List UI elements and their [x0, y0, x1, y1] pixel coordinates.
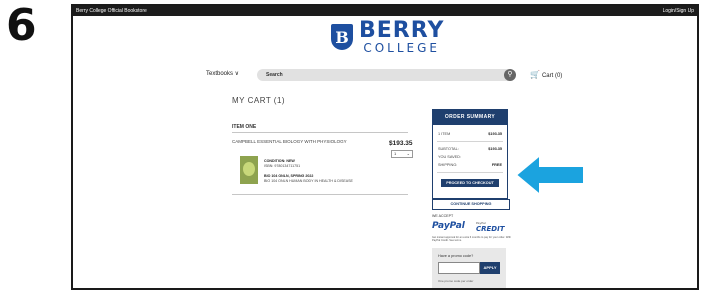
- logo-berry-text: BERRY: [359, 18, 445, 43]
- items-value: $193.35: [488, 132, 502, 136]
- login-link[interactable]: Login/Sign Up: [663, 8, 694, 14]
- search-input[interactable]: Search: [257, 69, 514, 81]
- divider: [437, 172, 503, 173]
- cart-link[interactable]: 🛒 Cart (0): [530, 70, 562, 79]
- shipping-value: FREE: [491, 163, 502, 167]
- paypal-credit-text: CREDIT: [476, 225, 505, 233]
- promo-code-input[interactable]: [438, 262, 480, 274]
- promo-label: Have a promo code?: [438, 254, 474, 258]
- cart-icon: 🛒: [530, 70, 540, 79]
- we-accept-label: WE ACCEPT: [432, 214, 454, 218]
- order-summary: ORDER SUMMARY 1 ITEM $193.35 SUBTOTAL: $…: [432, 109, 508, 199]
- divider: [232, 132, 408, 133]
- book-cover-image[interactable]: [240, 156, 258, 184]
- divider: [437, 141, 503, 142]
- divider: [232, 194, 408, 195]
- apply-button[interactable]: APPLY: [480, 262, 500, 274]
- items-label: 1 ITEM: [438, 132, 451, 136]
- page-title: MY CART (1): [232, 96, 286, 105]
- promo-note: One promo code per order: [438, 279, 474, 283]
- paypal-logo: PayPal: [432, 221, 465, 231]
- continue-shopping-button[interactable]: CONTINUE SHOPPING: [432, 199, 510, 210]
- search-icon[interactable]: ⚲: [504, 69, 516, 81]
- shield-icon: B: [331, 24, 353, 50]
- saved-row: YOU SAVED:: [438, 155, 502, 159]
- nav-row: Textbooks ∨ Search ⚲ 🛒 Cart (0): [206, 69, 566, 81]
- pointer-arrow-icon: [516, 153, 585, 197]
- shipping-label: SHIPPING:: [438, 163, 458, 167]
- cart-label: Cart (0): [541, 73, 563, 79]
- course-name: BIO 104 ONLN HUMAN BODY IN HEALTH & DISE…: [264, 179, 353, 183]
- berry-college-logo[interactable]: B BERRY COLLEGE: [331, 20, 444, 54]
- top-bar: Berry College Official Bookstore Login/S…: [73, 6, 697, 16]
- paypal-credit-note: Get instant approval for an extra 6 mont…: [432, 236, 512, 243]
- textbooks-menu[interactable]: Textbooks ∨: [206, 70, 239, 77]
- subtotal-row: SUBTOTAL: $193.35: [438, 147, 502, 151]
- promo-box: Have a promo code? APPLY One promo code …: [432, 248, 506, 288]
- browser-frame: Berry College Official Bookstore Login/S…: [71, 4, 699, 290]
- logo-college-text: COLLEGE: [363, 41, 441, 55]
- item-heading: ITEM ONE: [232, 124, 257, 130]
- quantity-value: 1: [394, 151, 397, 156]
- saved-label: YOU SAVED:: [438, 155, 461, 159]
- site-name: Berry College Official Bookstore: [76, 8, 147, 14]
- subtotal-value: $193.35: [488, 147, 502, 151]
- paypal-credit-logo: PayPal CREDIT: [476, 221, 505, 233]
- product-price: $193.35: [389, 140, 413, 147]
- shipping-row: SHIPPING: FREE: [438, 163, 502, 167]
- paypal-text: PayPal: [432, 221, 465, 231]
- chevron-down-icon: ⌄: [406, 151, 410, 156]
- proceed-to-checkout-button[interactable]: PROCEED TO CHECKOUT: [441, 179, 499, 187]
- quantity-select[interactable]: 1 ⌄: [391, 150, 413, 158]
- isbn: ISBN: 9780134711751: [264, 164, 301, 168]
- items-row: 1 ITEM $193.35: [438, 132, 502, 136]
- product-title[interactable]: CAMPBELL ESSENTIAL BIOLOGY WITH PHYSIOLO…: [232, 139, 347, 144]
- step-number: 6: [6, 0, 37, 51]
- order-summary-heading: ORDER SUMMARY: [433, 110, 507, 125]
- subtotal-label: SUBTOTAL:: [438, 147, 459, 151]
